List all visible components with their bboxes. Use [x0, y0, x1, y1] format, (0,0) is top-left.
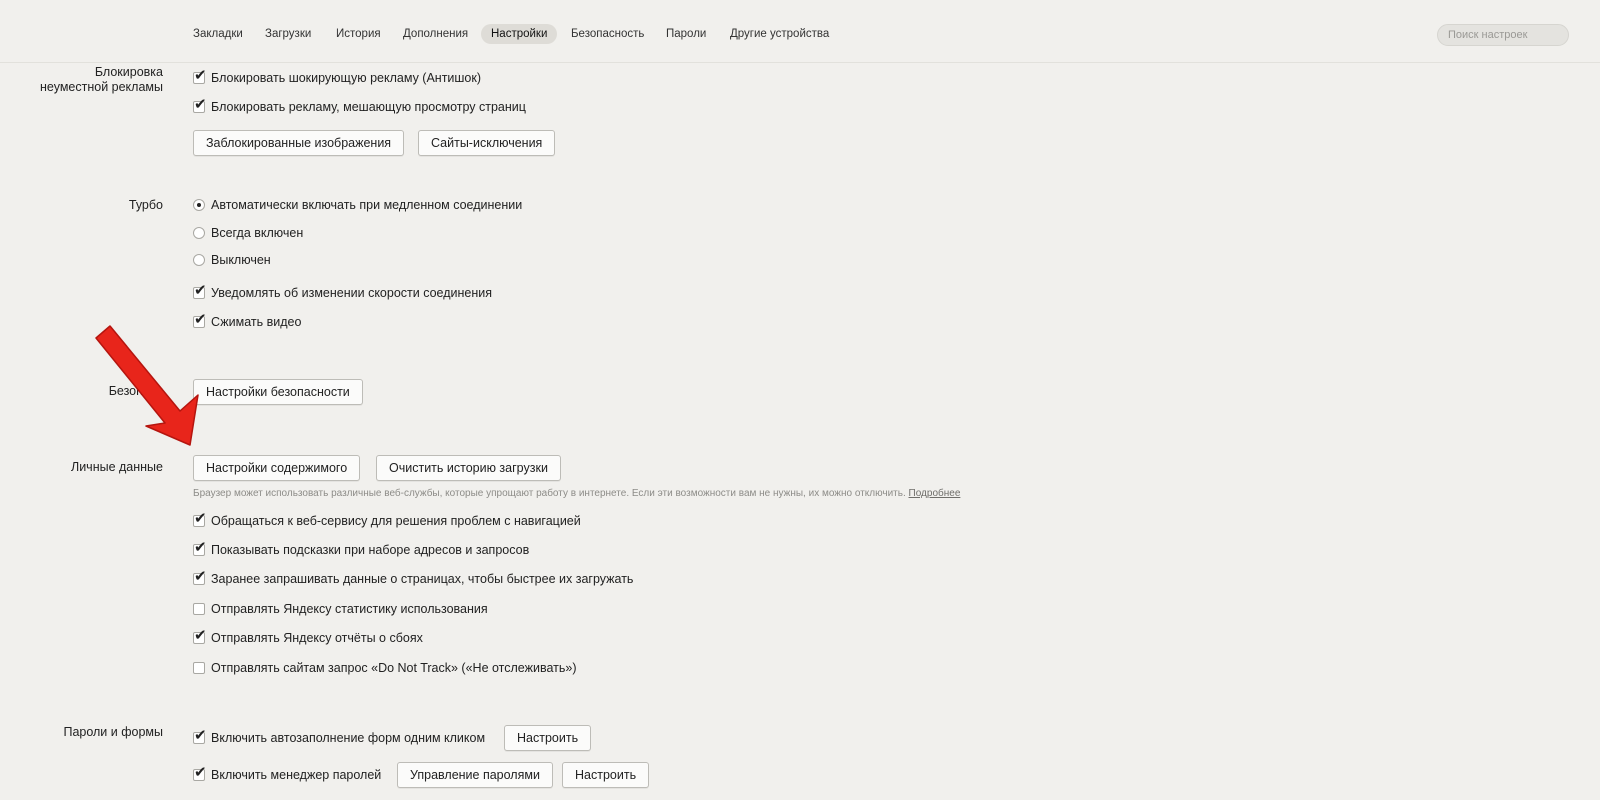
checkbox[interactable]	[193, 603, 205, 615]
checkmark-icon: ✔	[194, 538, 207, 556]
section-label-ad-block: Блокировка неуместной рекламы	[40, 65, 163, 94]
learn-more-link[interactable]: Подробнее	[909, 488, 961, 499]
option-send-usage-stats[interactable]: Отправлять Яндексу статистику использова…	[193, 600, 488, 618]
clear-download-history-button[interactable]: Очистить историю загрузки	[376, 455, 561, 481]
autofill-configure-button[interactable]: Настроить	[504, 725, 592, 751]
checkbox[interactable]: ✔	[193, 728, 207, 744]
radio-turbo-always[interactable]: Всегда включен	[193, 224, 303, 242]
option-label: Показывать подсказки при наборе адресов …	[211, 543, 530, 557]
hint-text: Браузер может использовать различные веб…	[193, 488, 906, 499]
checkbox[interactable]: ✔	[193, 312, 207, 328]
option-label: Блокировать шокирующую рекламу (Антишок)	[211, 71, 482, 85]
tab-passwords[interactable]: Пароли	[656, 24, 716, 44]
checkbox[interactable]: ✔	[193, 283, 207, 299]
security-settings-button[interactable]: Настройки безопасности	[193, 379, 363, 405]
tab-security[interactable]: Безопасность	[561, 24, 654, 44]
checkbox[interactable]: ✔	[193, 97, 207, 113]
option-do-not-track[interactable]: Отправлять сайтам запрос «Do Not Track» …	[193, 659, 577, 677]
checkbox[interactable]: ✔	[193, 569, 207, 585]
section-label-turbo: Турбо	[128, 198, 163, 212]
manage-passwords-button[interactable]: Управление паролями	[397, 762, 553, 788]
option-label: Отправлять Яндексу отчёты о сбоях	[211, 631, 423, 645]
option-label: Сжимать видео	[211, 315, 302, 329]
option-label: Отправлять сайтам запрос «Do Not Track» …	[211, 661, 577, 675]
option-label: Обращаться к веб-сервису для решения про…	[211, 514, 581, 528]
radio-selected-dot	[197, 203, 201, 207]
radio-button[interactable]	[193, 199, 205, 211]
option-label: Включить менеджер паролей	[211, 768, 382, 782]
settings-search-input[interactable]	[1437, 24, 1569, 46]
checkmark-icon: ✔	[194, 567, 207, 585]
radio-turbo-auto[interactable]: Автоматически включать при медленном сое…	[193, 196, 522, 214]
content-settings-button[interactable]: Настройки содержимого	[193, 455, 361, 481]
section-label-security: Безопасн	[108, 384, 163, 398]
radio-button[interactable]	[193, 254, 205, 266]
option-label: Блокировать рекламу, мешающую просмотру …	[211, 100, 526, 114]
option-password-manager[interactable]: ✔ Включить менеджер паролей	[193, 765, 382, 784]
tab-other-devices[interactable]: Другие устройства	[720, 24, 839, 44]
blocked-images-button[interactable]: Заблокированные изображения	[193, 130, 405, 156]
option-address-suggestions[interactable]: ✔ Показывать подсказки при наборе адресо…	[193, 540, 530, 559]
checkmark-icon: ✔	[194, 763, 207, 781]
option-label: Отправлять Яндексу статистику использова…	[211, 602, 488, 616]
checkbox[interactable]: ✔	[193, 540, 207, 556]
option-block-shocking-ads[interactable]: ✔ Блокировать шокирующую рекламу (Антишо…	[193, 68, 482, 87]
checkmark-icon: ✔	[194, 310, 207, 328]
checkmark-icon: ✔	[194, 66, 207, 84]
section-label-passwords-forms: Пароли и формы	[63, 725, 163, 739]
checkmark-icon: ✔	[194, 281, 207, 299]
option-autofill-forms[interactable]: ✔ Включить автозаполнение форм одним кли…	[193, 728, 486, 747]
radio-button[interactable]	[193, 227, 205, 239]
tab-downloads[interactable]: Загрузки	[255, 24, 321, 44]
option-label: Заранее запрашивать данные о страницах, …	[211, 572, 634, 586]
option-label: Уведомлять об изменении скорости соедине…	[211, 286, 493, 300]
option-send-crash-reports[interactable]: ✔ Отправлять Яндексу отчёты о сбоях	[193, 628, 423, 647]
top-navigation: Закладки Загрузки История Дополнения Нас…	[0, 0, 1600, 63]
checkmark-icon: ✔	[194, 726, 207, 744]
radio-label: Автоматически включать при медленном сое…	[211, 198, 523, 212]
tab-history[interactable]: История	[326, 24, 391, 44]
tab-bookmarks[interactable]: Закладки	[183, 24, 253, 44]
radio-label: Всегда включен	[211, 226, 304, 240]
radio-label: Выключен	[211, 253, 271, 267]
checkbox[interactable]: ✔	[193, 511, 207, 527]
option-compress-video[interactable]: ✔ Сжимать видео	[193, 312, 302, 331]
option-notify-speed-change[interactable]: ✔ Уведомлять об изменении скорости соеди…	[193, 283, 493, 302]
checkbox[interactable]	[193, 662, 205, 674]
option-prefetch-pages[interactable]: ✔ Заранее запрашивать данные о страницах…	[193, 569, 634, 588]
web-services-hint: Браузер может использовать различные веб…	[193, 488, 960, 499]
section-label-personal-data: Личные данные	[71, 460, 163, 474]
option-label: Включить автозаполнение форм одним клико…	[211, 731, 486, 745]
checkmark-icon: ✔	[194, 626, 207, 644]
radio-turbo-off[interactable]: Выключен	[193, 251, 271, 269]
checkbox[interactable]: ✔	[193, 68, 207, 84]
checkmark-icon: ✔	[194, 509, 207, 527]
option-block-intrusive-ads[interactable]: ✔ Блокировать рекламу, мешающую просмотр…	[193, 97, 526, 116]
tab-extensions[interactable]: Дополнения	[393, 24, 478, 44]
checkbox[interactable]: ✔	[193, 628, 207, 644]
password-manager-configure-button[interactable]: Настроить	[562, 762, 650, 788]
tab-settings[interactable]: Настройки	[481, 24, 558, 44]
checkbox[interactable]: ✔	[193, 765, 207, 781]
site-exceptions-button[interactable]: Сайты-исключения	[418, 130, 556, 156]
option-navigation-web-service[interactable]: ✔ Обращаться к веб-сервису для решения п…	[193, 511, 581, 530]
checkmark-icon: ✔	[194, 95, 207, 113]
